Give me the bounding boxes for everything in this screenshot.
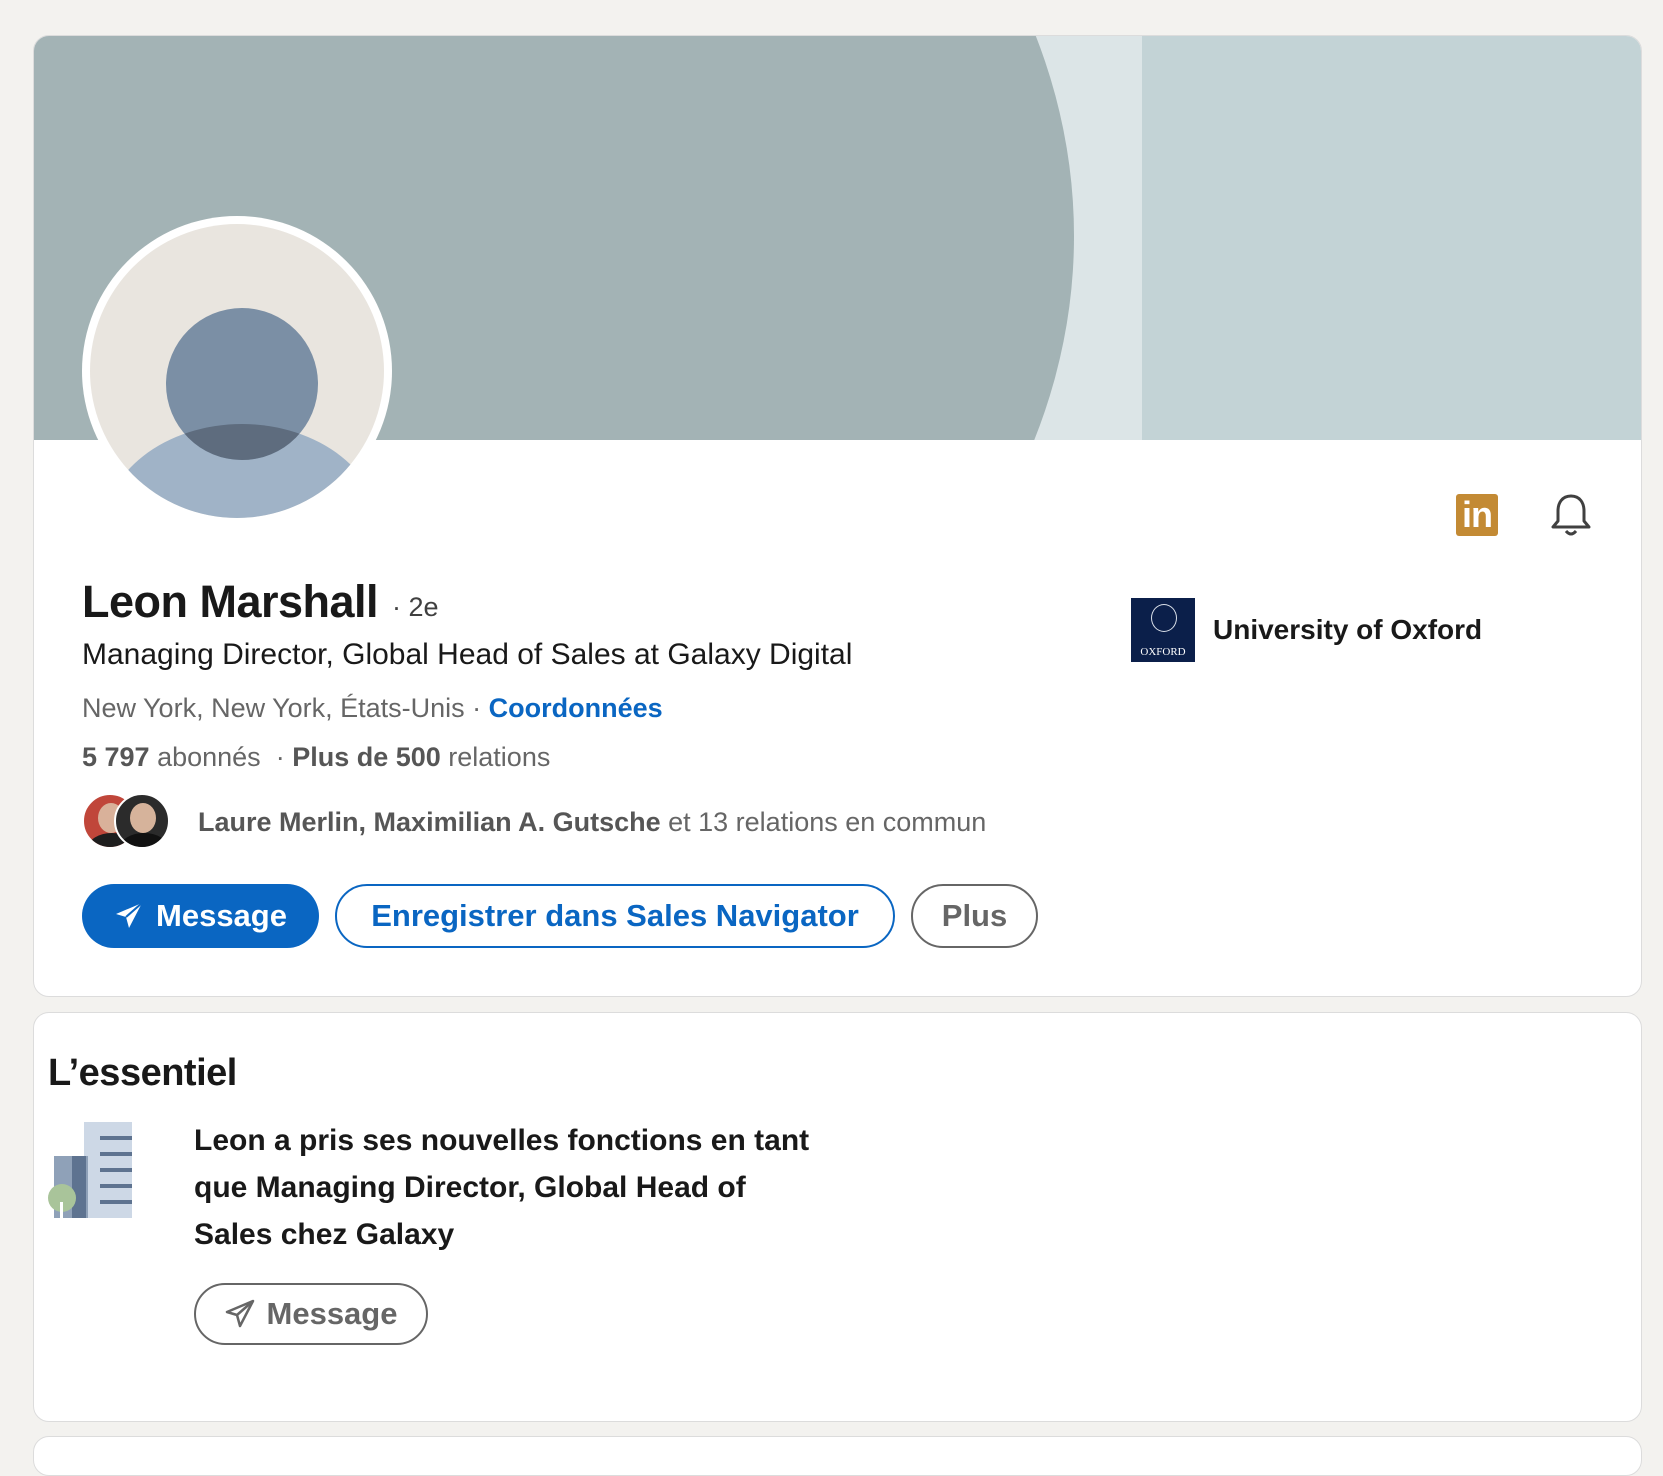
profile-card: in Leon Marshall · 2e Managing Director,…: [33, 35, 1642, 997]
mutual-rest: et 13 relations en commun: [660, 806, 987, 837]
highlights-title: L’essentiel: [48, 1052, 237, 1094]
stats-separator: ·: [260, 742, 293, 772]
location-separator: ·: [464, 693, 489, 723]
followers-label: abonnés: [149, 742, 261, 772]
connections-count[interactable]: Plus de 500: [292, 742, 441, 772]
school-logo-text: OXFORD: [1140, 646, 1186, 658]
mutual-connections[interactable]: Laure Merlin, Maximilian A. Gutsche et 1…: [82, 793, 986, 851]
highlight-text: Leon a pris ses nouvelles fonctions en t…: [194, 1124, 810, 1251]
next-card: [33, 1436, 1642, 1476]
mutual-names: Laure Merlin, Maximilian A. Gutsche: [198, 806, 661, 837]
message-button-label: Message: [156, 898, 287, 933]
sales-navigator-button[interactable]: in: [1453, 491, 1501, 539]
connection-degree: · 2e: [392, 592, 439, 622]
profile-location-line: New York, New York, États-Unis · Coordon…: [82, 693, 663, 724]
profile-photo[interactable]: [82, 216, 392, 526]
oxford-logo: OXFORD: [1131, 598, 1195, 662]
school-name: University of Oxford: [1213, 614, 1483, 645]
avatar-placeholder-icon: [90, 224, 384, 518]
save-in-sales-navigator-button[interactable]: Enregistrer dans Sales Navigator: [335, 884, 895, 948]
avatar: [114, 793, 170, 849]
profile-headline: Managing Director, Global Head of Sales …: [82, 638, 853, 671]
profile-location: New York, New York, États-Unis: [82, 693, 465, 723]
contact-info-link[interactable]: Coordonnées: [489, 693, 663, 723]
building-icon: [48, 1122, 132, 1218]
profile-name: Leon Marshall: [82, 576, 379, 627]
mutual-avatars: [82, 793, 182, 851]
followers-count: 5 797: [82, 742, 150, 772]
bell-icon: [1551, 494, 1591, 536]
profile-stats: 5 797 abonnés · Plus de 500 relations: [82, 742, 550, 773]
connections-label: relations: [440, 742, 551, 772]
highlight-message-button[interactable]: Message: [194, 1283, 428, 1345]
more-button[interactable]: Plus: [911, 884, 1038, 948]
education-link[interactable]: OXFORD University of Oxford: [1131, 598, 1482, 662]
linkedin-icon: in: [1456, 494, 1498, 536]
highlight-message-label: Message: [266, 1296, 398, 1331]
message-button[interactable]: Message: [82, 884, 319, 948]
notification-bell-button[interactable]: [1547, 491, 1595, 539]
send-icon: [225, 1299, 254, 1328]
send-icon: [116, 902, 143, 928]
